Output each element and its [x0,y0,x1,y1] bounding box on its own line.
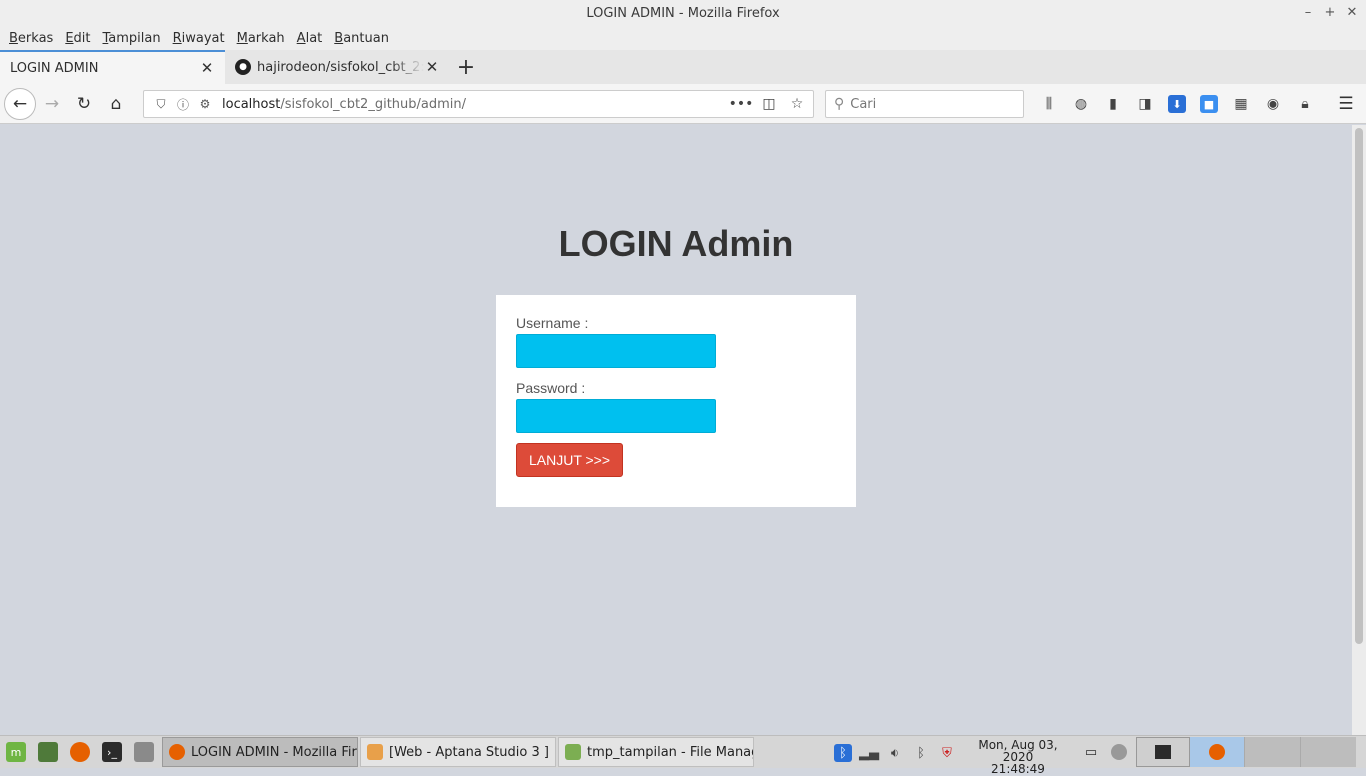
files-launcher-icon[interactable] [128,736,160,768]
minimize-icon[interactable]: – [1302,3,1314,21]
lock-icon[interactable]: 🔒︎ [1294,93,1316,115]
page-title: LOGIN Admin [558,223,794,264]
extension-globe-icon[interactable]: ◍ [1070,93,1092,115]
username-label: Username : [516,315,589,331]
show-desktop-icon[interactable] [32,736,64,768]
account-icon[interactable]: ◉ [1262,93,1284,115]
folder-icon [565,744,581,760]
clock-time: 21:48:49 [991,762,1045,776]
tab-label: hajirodeon/sisfokol_cbt_2: sis [257,59,424,75]
maximize-icon[interactable]: + [1324,3,1336,21]
url-text: localhost/sisfokol_cbt2_github/admin/ [222,96,467,112]
menu-tampilan[interactable]: Tampilan [98,31,166,46]
home-icon[interactable]: ⌂ [102,90,130,118]
menu-riwayat[interactable]: Riwayat [168,31,230,46]
menu-alat[interactable]: Alat [292,31,328,46]
mint-menu-icon[interactable]: m [0,736,32,768]
close-tab-icon[interactable]: ✕ [424,58,440,76]
url-actions: ••• ◫ ☆ [729,95,807,113]
menu-bantuan[interactable]: Bantuan [329,31,394,46]
scrollbar-thumb[interactable] [1355,128,1363,644]
workspace-2[interactable] [1300,737,1356,767]
download-icon[interactable]: ⬇ [1168,95,1186,113]
terminal-launcher-icon[interactable]: ›_ [96,736,128,768]
terminal-window-icon[interactable] [1136,737,1190,767]
window-titlebar: LOGIN ADMIN - Mozilla Firefox – + ✕ [0,0,1366,26]
menu-markah[interactable]: Markah [232,31,290,46]
bluetooth-tray-icon[interactable]: ᛒ [834,744,852,762]
submit-button[interactable]: LANJUT >>> [516,443,623,477]
github-icon: ● [235,59,251,75]
bookmark-star-icon[interactable]: ☆ [787,95,807,113]
window-title: LOGIN ADMIN - Mozilla Firefox [586,5,780,21]
zoom-video-icon[interactable]: ■ [1200,95,1218,113]
aptana-icon [367,744,383,760]
clock-date: Mon, Aug 03, 2020 [978,738,1058,764]
network-signal-icon[interactable]: ▂▄ [859,744,879,762]
volume-icon[interactable]: 🔉︎ [886,744,904,762]
reader-sidebar-icon[interactable]: ◨ [1134,93,1156,115]
task-label: tmp_tampilan - File Manager [587,744,753,760]
hamburger-menu-icon[interactable]: ☰ [1334,93,1358,115]
system-tray: ᛒ ▂▄ 🔉︎ ᛒ ⛨ [834,738,956,768]
update-manager-icon[interactable]: ⛨ [938,744,956,762]
reload-icon[interactable]: ↻ [70,90,98,118]
qr-code-icon[interactable]: ▦ [1230,93,1252,115]
tab-github[interactable]: ● hajirodeon/sisfokol_cbt_2: sis ✕ [225,50,450,84]
username-field[interactable] [516,334,716,368]
menu-bar: Berkas Edit Tampilan Riwayat Markah Alat… [0,26,1366,50]
address-bar[interactable]: ⛉ ⓘ ⚙ localhost/sisfokol_cbt2_github/adm… [143,90,814,118]
tab-strip: LOGIN ADMIN ✕ ● hajirodeon/sisfokol_cbt_… [0,50,1366,84]
firefox-icon [169,744,185,760]
firefox-launcher-icon[interactable] [64,736,96,768]
forward-icon[interactable]: → [38,90,66,118]
window-controls: – + ✕ [1302,3,1358,21]
task-aptana[interactable]: [Web - Aptana Studio 3 ] [360,737,556,767]
page-actions-icon[interactable]: ••• [729,95,754,113]
close-window-icon[interactable]: ✕ [1346,3,1358,21]
tracking-shield-icon[interactable]: ⛉ [152,95,170,113]
tray-app-icon[interactable] [1102,737,1136,767]
os-taskbar: m ›_ LOGIN ADMIN - Mozilla Firef... [Web… [0,735,1366,775]
page-viewport: LOGIN Admin Username : Password : LANJUT… [0,125,1352,735]
permissions-icon[interactable]: ⚙ [196,95,214,113]
task-file-manager[interactable]: tmp_tampilan - File Manager [558,737,754,767]
menu-edit[interactable]: Edit [60,31,95,46]
menu-berkas[interactable]: Berkas [4,31,58,46]
bluetooth-icon[interactable]: ᛒ [912,744,930,762]
search-placeholder: Cari [850,96,877,112]
navigation-toolbar: ← → ↻ ⌂ ⛉ ⓘ ⚙ localhost/sisfokol_cbt2_gi… [0,84,1366,124]
tab-login-admin[interactable]: LOGIN ADMIN ✕ [0,50,225,84]
new-tab-icon[interactable]: + [450,50,482,84]
pocket-icon[interactable]: ◫ [759,95,779,113]
workspace-1[interactable] [1244,737,1300,767]
library-icon[interactable]: ⫼ [1038,93,1060,115]
back-icon[interactable]: ← [4,88,36,120]
search-icon: ⚲ [834,96,845,112]
close-tab-icon[interactable]: ✕ [199,59,215,77]
vertical-scrollbar[interactable] [1352,125,1366,735]
tab-label: LOGIN ADMIN [10,60,99,76]
workspace-switcher: ▭ [1080,737,1356,767]
task-label: [Web - Aptana Studio 3 ] [389,744,549,760]
search-input[interactable]: ⚲ Cari [825,90,1024,118]
task-label: LOGIN ADMIN - Mozilla Firef... [191,744,357,760]
clock[interactable]: Mon, Aug 03, 2020 21:48:49 [962,739,1074,775]
password-field[interactable] [516,399,716,433]
task-firefox[interactable]: LOGIN ADMIN - Mozilla Firef... [162,737,358,767]
extension-zip-icon[interactable]: ▮ [1102,93,1124,115]
firefox-window-icon[interactable] [1190,737,1244,767]
login-form: Username : Password : LANJUT >>> [496,295,856,507]
password-label: Password : [516,380,586,396]
battery-icon[interactable]: ▭ [1080,737,1102,767]
toolbar-icons: ⫼ ◍ ▮ ◨ ⬇ ■ ▦ ◉ 🔒︎ [1038,93,1316,115]
site-info-icon[interactable]: ⓘ [174,95,192,113]
